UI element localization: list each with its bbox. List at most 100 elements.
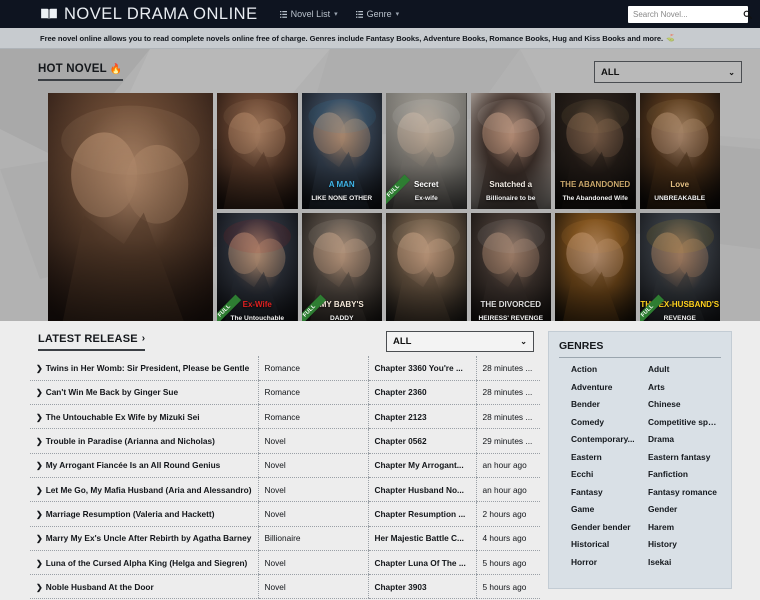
cover-title: A MAN — [328, 179, 355, 189]
novel-cover-card[interactable]: Ex-Wife The Untouchable FULL — [217, 213, 298, 321]
novel-cover-card[interactable] — [48, 93, 213, 321]
genre-link[interactable]: Fantasy — [571, 487, 644, 497]
release-chapter-cell[interactable]: Chapter Husband No... — [367, 477, 476, 503]
novel-cover-card[interactable] — [217, 93, 298, 209]
release-chapter-cell[interactable]: Chapter Luna Of The ... — [367, 550, 476, 576]
release-time-cell: 5 hours ago — [475, 550, 540, 576]
release-chapter-cell[interactable]: Chapter Resumption ... — [367, 501, 476, 527]
genre-link[interactable]: Eastern fantasy — [648, 452, 721, 462]
novel-cover-card[interactable]: Love UNBREAKABLE — [639, 93, 720, 209]
release-genre-cell: Romance — [257, 380, 368, 406]
latest-release-filter-value: ALL — [393, 336, 412, 347]
novel-cover-card[interactable]: A MAN LIKE NONE OTHER — [301, 93, 382, 209]
release-title-cell[interactable]: ❯ Luna of the Cursed Alpha King (Helga an… — [30, 550, 258, 576]
release-title-cell[interactable]: ❯ My Arrogant Fiancée Is an All Round Gen… — [30, 453, 258, 478]
genre-link[interactable]: Adventure — [571, 382, 644, 392]
release-chapter-cell[interactable]: Chapter 3903 — [367, 574, 476, 600]
genre-link[interactable]: Chinese — [648, 399, 721, 409]
genre-link[interactable]: Gender — [648, 504, 721, 514]
novel-cover-card[interactable]: Secret Ex-wife FULL — [386, 93, 467, 209]
release-title-text: Marry My Ex's Uncle After Rebirth by Aga… — [45, 533, 252, 544]
release-chapter-cell[interactable]: Chapter 2360 — [367, 380, 476, 406]
release-time-cell: an hour ago — [475, 453, 540, 478]
table-row[interactable]: ❯ Trouble in Paradise (Arianna and Nichol… — [30, 428, 540, 454]
release-title-cell[interactable]: ❯ Marry My Ex's Uncle After Rebirth by Ag… — [30, 526, 258, 551]
search-box[interactable] — [628, 5, 752, 23]
cover-title: THE ABANDONED — [560, 179, 631, 189]
nav-item-genre[interactable]: Genre ▾ — [355, 9, 400, 19]
latest-release-filter-select[interactable]: ALL ⌄ — [386, 331, 534, 352]
table-row[interactable]: ❯ My Arrogant Fiancée Is an All Round Gen… — [30, 453, 540, 478]
release-chapter-cell[interactable]: Chapter 0562 — [367, 428, 476, 454]
release-time-cell: 28 minutes ... — [475, 380, 540, 406]
chevron-down-icon: ▾ — [395, 10, 400, 18]
release-chapter-cell[interactable]: Chapter 3360 You're ... — [367, 356, 476, 381]
release-title-cell[interactable]: ❯ Can't Win Me Back by Ginger Sue — [30, 380, 258, 406]
table-row[interactable]: ❯ The Untouchable Ex Wife by Mizuki Sei Ro… — [30, 404, 540, 430]
genres-list: Action Adult Adventure Arts Bender Chinese Com… — [559, 364, 721, 567]
release-time-cell: an hour ago — [475, 477, 540, 503]
novel-cover-card[interactable]: THE EX-HUSBAND'S REVENGE FULL — [639, 213, 720, 321]
search-icon[interactable] — [743, 10, 752, 19]
release-time-cell: 2 hours ago — [475, 501, 540, 527]
genre-link[interactable]: Bender — [571, 399, 644, 409]
release-title-cell[interactable]: ❯ Trouble in Paradise (Arianna and Nichol… — [30, 428, 258, 454]
genre-link[interactable]: Game — [571, 504, 644, 514]
release-title-cell[interactable]: ❯ Marriage Resumption (Valeria and Hacket… — [30, 501, 258, 527]
release-title-cell[interactable]: ❯ Noble Husband At the Door — [30, 574, 258, 600]
site-logo[interactable]: NOVEL DRAMA ONLINE — [40, 5, 258, 24]
table-row[interactable]: ❯ Marry My Ex's Uncle After Rebirth by Ag… — [30, 526, 540, 551]
release-time-cell: 5 hours ago — [475, 574, 540, 600]
novel-cover-card[interactable]: MY BABY'S DADDY FULL — [301, 213, 382, 321]
genre-link[interactable]: Historical — [571, 539, 644, 549]
release-title-cell[interactable]: ❯ Twins in Her Womb: Sir President, Pleas… — [30, 356, 258, 381]
hot-novel-section: HOT NOVEL 🔥 ALL ⌄ A MAN LIKE NONE OTHER Se… — [0, 49, 760, 321]
latest-release-table: ❯ Twins in Her Womb: Sir President, Pleas… — [30, 356, 540, 600]
release-title-text: Let Me Go, My Mafia Husband (Aria and Al… — [45, 484, 252, 495]
table-row[interactable]: ❯ Twins in Her Womb: Sir President, Pleas… — [30, 356, 540, 381]
table-row[interactable]: ❯ Let Me Go, My Mafia Husband (Aria and A… — [30, 477, 540, 503]
hot-novel-filter-select[interactable]: ALL ⌄ — [594, 61, 742, 83]
genre-link[interactable]: Horror — [571, 557, 644, 567]
site-notice-bar: Free novel online allows you to read com… — [0, 28, 760, 49]
release-title-cell[interactable]: ❯ The Untouchable Ex Wife by Mizuki Sei — [30, 404, 258, 430]
nav-item-novel-list[interactable]: Novel List ▾ — [279, 9, 338, 19]
release-chapter-cell[interactable]: Chapter My Arrogant... — [367, 453, 476, 478]
novel-cover-card[interactable]: Snatched a Billionaire to be — [470, 93, 551, 209]
genre-link[interactable]: Ecchi — [571, 469, 644, 479]
table-row[interactable]: ❯ Noble Husband At the Door Novel Chapter 3… — [30, 574, 540, 600]
novel-cover-card[interactable] — [386, 213, 467, 321]
release-time-cell: 28 minutes ... — [475, 404, 540, 430]
table-row[interactable]: ❯ Luna of the Cursed Alpha King (Helga an… — [30, 550, 540, 576]
genre-link[interactable]: Action — [571, 364, 644, 374]
chevron-down-icon: ⌄ — [728, 67, 735, 77]
hot-novel-title-text: HOT NOVEL — [38, 63, 107, 75]
genre-link[interactable]: Eastern — [571, 452, 644, 462]
genre-link[interactable]: Gender bender — [571, 522, 644, 532]
genre-link[interactable]: History — [648, 539, 721, 549]
genre-link[interactable]: Isekai — [648, 557, 721, 567]
latest-release-section: LATEST RELEASE › ALL ⌄ ❯ Twins in Her Wom… — [30, 321, 540, 600]
genre-link[interactable]: Fantasy romance — [648, 487, 721, 497]
release-title-text: Luna of the Cursed Alpha King (Helga and… — [45, 557, 248, 568]
table-row[interactable]: ❯ Can't Win Me Back by Ginger Sue Romance C… — [30, 380, 540, 406]
novel-cover-card[interactable]: THE DIVORCED HEIRESS' REVENGE — [470, 213, 551, 321]
genre-link[interactable]: Arts — [648, 382, 721, 392]
novel-cover-card[interactable] — [555, 213, 636, 321]
search-input[interactable] — [633, 9, 743, 19]
cover-subtitle: Ex-wife — [414, 195, 438, 203]
genre-link[interactable]: Harem — [648, 522, 721, 532]
release-chapter-cell[interactable]: Chapter 2123 — [367, 404, 476, 430]
release-title-cell[interactable]: ❯ Let Me Go, My Mafia Husband (Aria and A… — [30, 477, 258, 503]
chevron-down-icon: ⌄ — [520, 337, 527, 346]
genre-link[interactable]: Competitive sports — [648, 417, 721, 427]
novel-cover-card[interactable]: THE ABANDONED The Abandoned Wife — [555, 93, 636, 209]
release-title-text: Twins in Her Womb: Sir President, Please… — [45, 362, 250, 373]
genre-link[interactable]: Comedy — [571, 417, 644, 427]
release-chapter-cell[interactable]: Her Majestic Battle C... — [367, 526, 476, 551]
genre-link[interactable]: Contemporary... — [571, 434, 644, 444]
genre-link[interactable]: Drama — [648, 434, 721, 444]
table-row[interactable]: ❯ Marriage Resumption (Valeria and Hacket… — [30, 501, 540, 527]
genre-link[interactable]: Adult — [648, 364, 721, 374]
genre-link[interactable]: Fanfiction — [648, 469, 721, 479]
